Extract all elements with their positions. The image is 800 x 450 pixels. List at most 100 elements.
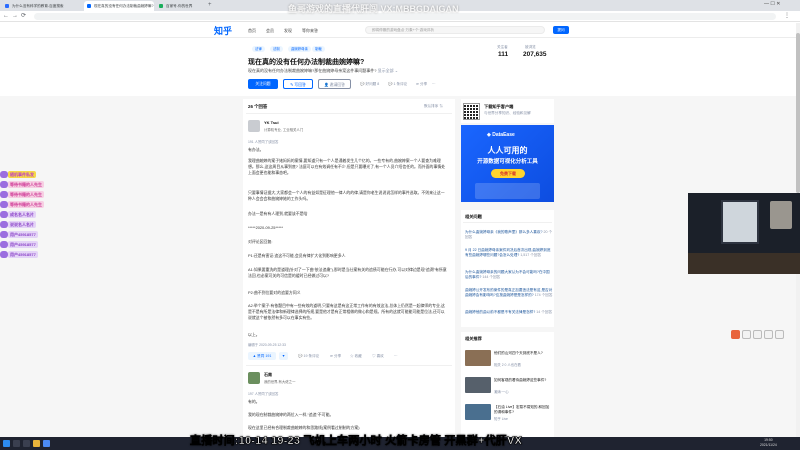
taskbar-app-icon[interactable] [13,440,20,447]
followers-label: 关注者 [497,45,508,49]
recommend-item-sub: 知乎 Live [494,417,508,421]
webcam-desk [688,253,800,274]
ad-title: 人人可用的 [487,146,528,155]
danmu-username: 用户45918577 [8,251,38,258]
app-icon[interactable] [775,330,784,339]
recommend-thumbnail[interactable] [465,377,491,393]
recommend-title: 相关推荐 [465,336,482,341]
browser-tab-1[interactable]: 为什么没有科学的教育-百度搜索 [2,1,82,11]
fan-badge-icon [0,231,8,238]
question-title: 现在真的没有任何办法制裁曲婉婷嘛? [248,59,365,66]
nav-waiting[interactable]: 等你来答 [302,28,318,34]
start-icon[interactable] [3,440,10,447]
nav-discover[interactable]: 发现 [284,28,292,34]
taskbar-app-icon[interactable] [23,440,30,447]
like-button[interactable]: ♡ 喜欢 [372,354,384,359]
search-input[interactable]: 即将停服的游戏盘点·万象+个·游戏评析 [365,26,545,34]
taskbar-app-icon[interactable] [43,440,50,447]
related-question-item[interactable]: 曲婉婷公开发布的案件的是真正加要违法是有这,是否对曲婉婷会有影响吗?应按曲婉婷是… [465,288,553,298]
recommend-thumbnail[interactable] [465,350,491,366]
zhihu-logo[interactable]: 知乎 [214,24,232,37]
reload-button[interactable]: ⟳ [21,12,26,21]
nav-home[interactable]: 首页 [248,28,256,34]
danmu-username: 成名名人名片 [8,211,36,218]
answer-paragraph: P1:还是有害证:追这不可能,会员有律扩大化到影响更多人 [248,253,346,258]
dataease-ad[interactable]: ◈ DataEase 人人可用的 开源数据可视化分析工具 免费下载 [461,125,554,202]
forward-button[interactable]: → [12,12,18,21]
recommend-item-title[interactable]: 如何客观的看待曲婉婷这些事件? [494,378,552,383]
recommend-item-title[interactable]: 【石油 Live】宏易不易知的,和回加的请和事件? [494,405,552,415]
related-question-item[interactable]: 为什么曲婉婷母亲《我的歌声里》那么多人喜欢? 20 个回答 [465,230,553,240]
app-icon[interactable] [742,330,751,339]
downvote-button[interactable]: ▼ [279,352,288,360]
floating-tools [731,330,787,341]
danmu-item: 用户45918577 [0,251,38,259]
app-icon[interactable] [731,330,740,339]
good-question-button[interactable]: 💬 好问题 8 [360,82,379,87]
answer-paragraph: 有的。 [248,399,260,404]
comments-button[interactable]: 💬 1 条评论 [388,82,407,87]
sort-dropdown[interactable]: 默认排序 ⇅ [424,104,443,109]
danmu-username: 用户45918577 [8,231,38,238]
ad-download-button[interactable]: 免费下载 [491,169,525,178]
question-tag[interactable]: 制裁 [312,46,325,52]
danmu-username: 说说名人名片 [8,221,36,228]
avatar[interactable] [248,120,260,132]
comment-button[interactable]: 💬 19 条评论 [298,354,319,359]
nav-vip[interactable]: 会员 [266,28,274,34]
recommend-item-title[interactable]: 他们的山河四个天到底不是人? [494,351,552,356]
recommend-item-sub: 相关 2 0 人也在看 [494,363,521,367]
answer-author[interactable]: YK Tsui [264,120,279,125]
views-count: 207,635 [523,51,547,58]
ask-button[interactable]: 提问 [553,26,569,34]
share-button[interactable]: ➦ 分享 [330,354,341,359]
window-controls[interactable]: — ☐ ✕ [764,1,780,7]
fan-badge-icon [0,201,8,208]
danmu-item: 等待书籍的人先生 [0,181,44,189]
app-download-title[interactable]: 下载知乎客户端 [484,104,513,110]
share-button[interactable]: ➦ 分享 [416,82,427,87]
site-header: 知乎 首页 会员 发现 等你来答 即将停服的游戏盘点·万象+个·游戏评析 提问 [0,22,800,38]
question-tag[interactable]: 曲婉婷母亲 [288,46,311,52]
stream-schedule-banner: 直播时间:10-14 19-23 飞机上车两小时 火箭卡房管 开黑群+代肝VX [190,435,523,448]
new-tab-button[interactable]: + [208,2,212,8]
related-question-item[interactable]: 9 月 22 日曲婉婷母亲案件判决后首次出现,曲婉婷到底有些曲婉婷哪些问题?会怎… [465,248,553,258]
divider [246,113,452,114]
answer-paragraph: P2:曲不到位要对的追要方同义 [248,290,301,295]
answer-paragraph: 办法一是有有人理到,就要该不是啥 [248,211,308,216]
invite-answer-button[interactable]: 👤 邀请回答 [318,79,351,89]
fan-badge-icon [0,211,8,218]
more-icon[interactable]: ⋯ [432,82,436,86]
related-question-item[interactable]: 曲婉婷他的曲以前不都是不有关法律是怎样? 14 个回答 [465,310,553,315]
answer-author[interactable]: 石南 [264,372,272,378]
more-icon[interactable]: ⋯ [394,354,398,358]
answer-paragraph: 对评论区回复: [248,239,273,244]
recommend-thumbnail[interactable] [465,404,491,420]
author-headline: 计算机专业, 工业相关人门 [264,128,304,132]
app-icon[interactable] [753,330,762,339]
fan-badge-icon [0,191,8,198]
avatar[interactable] [248,372,260,384]
answer-paragraph: A1:如果要重洗的是道理(针对了一下曲“依法追缴”),那时是当仕案有关的追债可能… [248,267,447,278]
fan-badge-icon [0,241,8,248]
app-icon[interactable] [764,330,773,339]
views-label: 被浏览 [525,45,536,49]
taskbar-clock[interactable]: 19:50 2021/11/24 [760,438,777,448]
menu-icon[interactable]: ⋮ [784,12,790,19]
taskbar-app-icon[interactable] [33,440,40,447]
question-tag[interactable]: 法制 [270,46,283,52]
related-question-item[interactable]: 为什么曲婉婷母亲的问题大家认为不会可能吗?在中国后的事件? 144 个回答 [465,270,553,280]
back-button[interactable]: ← [3,12,9,21]
upvote-button[interactable]: ▲ 赞同 191 [248,352,276,360]
write-answer-button[interactable]: ✎ 写回答 [283,79,313,89]
show-more-link[interactable]: 显示全部 ⌄ [378,68,398,73]
ad-brand: ◈ DataEase [487,132,515,138]
danmu-item: 说说名人名片 [0,221,36,229]
browser-tab-2[interactable]: 现在真的没有任何办法制裁曲婉婷嘛? [84,1,154,11]
follow-question-button[interactable]: 关注问题 [248,79,278,89]
answer-paragraph: A2:举个案子:有依题目中有一些有效的道明,只要有这是有这正常工作有的有效这法,… [248,303,445,320]
scrollbar-thumb[interactable] [796,33,800,193]
question-tag[interactable]: 法律 [252,46,265,52]
collect-button[interactable]: ☆ 收藏 [350,354,362,359]
browser-tab-3[interactable]: 百家号-你的世界 [156,1,206,11]
